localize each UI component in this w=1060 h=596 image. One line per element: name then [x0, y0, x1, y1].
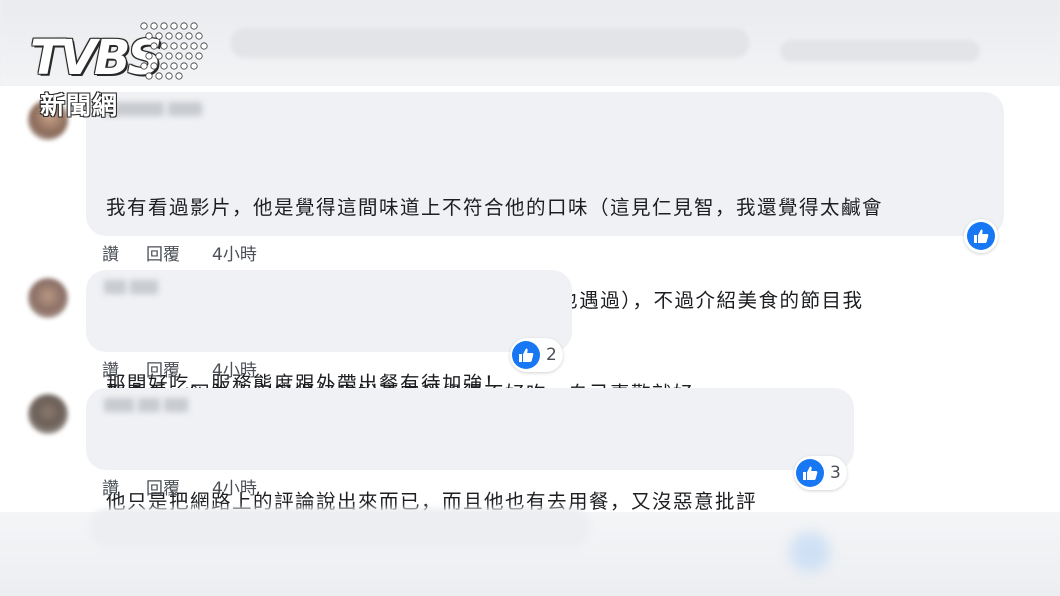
reaction-badge[interactable] [964, 219, 998, 253]
thumbs-up-icon [512, 341, 540, 369]
reaction-count: 2 [546, 345, 557, 365]
like-button[interactable]: 讚 [102, 240, 146, 265]
comment-bubble: 我有看過影片，他是覺得這間味道上不符合他的口味（這見仁見智，我還覺得太鹹會 叫老… [86, 92, 1004, 405]
reply-button[interactable]: 回覆 [146, 356, 212, 381]
timestamp[interactable]: 4小時 [212, 356, 257, 381]
comment-bubble: 那間好吃。服務態度跟外帶出餐有待加強！ [86, 270, 572, 395]
thumbs-up-icon [967, 222, 995, 250]
commenter-name-blurred[interactable] [104, 280, 158, 296]
logo-subtitle: 新聞網 [40, 91, 119, 120]
comment-bubble: 他只是把網路上的評論說出來而已，而且他也有去用餐，又沒惡意批評 [86, 388, 854, 513]
comment-panel: 我有看過影片，他是覺得這間味道上不符合他的口味（這見仁見智，我還覺得太鹹會 叫老… [0, 86, 1060, 513]
reply-button[interactable]: 回覆 [146, 474, 212, 499]
tvbs-logo: TVBS 新聞網 [30, 18, 210, 120]
avatar[interactable] [28, 394, 68, 434]
commenter-name-blurred[interactable] [104, 398, 188, 414]
avatar[interactable] [28, 278, 68, 318]
reaction-count: 3 [830, 463, 841, 483]
thumbs-up-icon [796, 459, 824, 487]
blurred-next-comment [0, 508, 1060, 596]
blurred-reaction [790, 532, 830, 572]
like-button[interactable]: 讚 [102, 356, 146, 381]
timestamp[interactable]: 4小時 [212, 240, 257, 265]
like-button[interactable]: 讚 [102, 474, 146, 499]
blurred-bubble [230, 28, 750, 58]
reaction-badge[interactable]: 3 [794, 456, 847, 490]
blurred-bubble [90, 508, 590, 548]
reply-button[interactable]: 回覆 [146, 240, 212, 265]
comment-actions: 讚 回覆 4小時 [102, 240, 257, 265]
logo-dots-icon [140, 22, 208, 80]
timestamp[interactable]: 4小時 [212, 474, 257, 499]
blurred-bubble [780, 40, 980, 62]
reaction-badge[interactable]: 2 [510, 338, 563, 372]
comment-actions: 讚 回覆 4小時 [102, 356, 257, 381]
comment-actions: 讚 回覆 4小時 [102, 474, 257, 499]
comment-line: 我有看過影片，他是覺得這間味道上不符合他的口味（這見仁見智，我還覺得太鹹會 [106, 196, 884, 219]
